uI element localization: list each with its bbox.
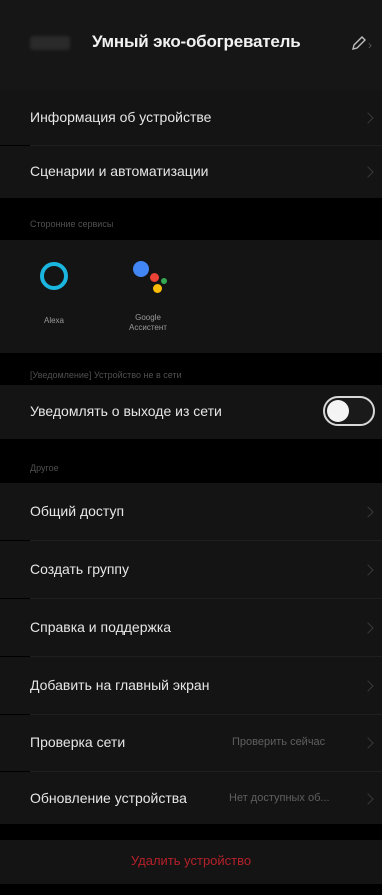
services-panel [0,240,382,353]
menu-item-label: Информация об устройстве [30,109,212,125]
toggle-knob [327,400,349,422]
chevron-right-icon [362,112,374,124]
menu-item-scenarios[interactable]: Сценарии и автоматизации [0,146,382,198]
chevron-right-icon [362,506,374,518]
menu-item-sharing[interactable]: Общий доступ [0,483,382,540]
service-label-alexa: Alexa [43,316,64,325]
chevron-right-icon [362,166,374,178]
pencil-icon[interactable] [350,34,368,52]
delete-device-label: Удалить устройство [130,853,252,868]
offline-notify-label: Уведомлять о выходе из сети [30,403,222,419]
chevron-right-icon: › [368,38,372,52]
section-label-other: Другое [30,463,59,473]
menu-item-label: Создать группу [30,561,129,577]
page-title: Умный эко-обогреватель [92,32,301,51]
menu-item-value: Проверить сейчас [232,736,326,748]
chevron-right-icon [362,564,374,576]
chevron-right-icon [362,793,374,805]
menu-item-label: Обновление устройства [30,790,187,806]
chevron-right-icon [362,737,374,749]
chevron-right-icon [362,622,374,634]
section-label-third-party: Сторонние сервисы [30,219,114,229]
menu-item-value: Нет доступных об... [229,792,330,804]
section-label-notifications: [Уведомление] Устройство не в сети [30,370,182,380]
back-button[interactable] [30,36,70,50]
menu-item-label: Проверка сети [30,734,126,750]
menu-item-label: Сценарии и автоматизации [30,163,209,179]
menu-item-firmware-update[interactable]: Обновление устройства Нет доступных об..… [0,772,382,824]
menu-item-create-group[interactable]: Создать группу [0,541,382,598]
menu-item-network-check[interactable]: Проверка сети Проверить сейчас [0,715,382,771]
menu-item-label: Справка и поддержка [30,619,172,635]
menu-item-label: Общий доступ [30,503,125,519]
menu-item-device-info[interactable]: Информация об устройстве [0,90,382,145]
alexa-icon[interactable] [40,262,68,290]
menu-item-label: Добавить на главный экран [30,677,210,693]
menu-item-help[interactable]: Справка и поддержка [0,599,382,656]
offline-notify-toggle[interactable] [323,396,375,426]
service-label-google: Google Ассистент [129,313,167,332]
menu-item-add-home[interactable]: Добавить на главный экран [0,657,382,714]
header: Умный эко-обогреватель › [0,0,382,90]
chevron-right-icon [362,680,374,692]
